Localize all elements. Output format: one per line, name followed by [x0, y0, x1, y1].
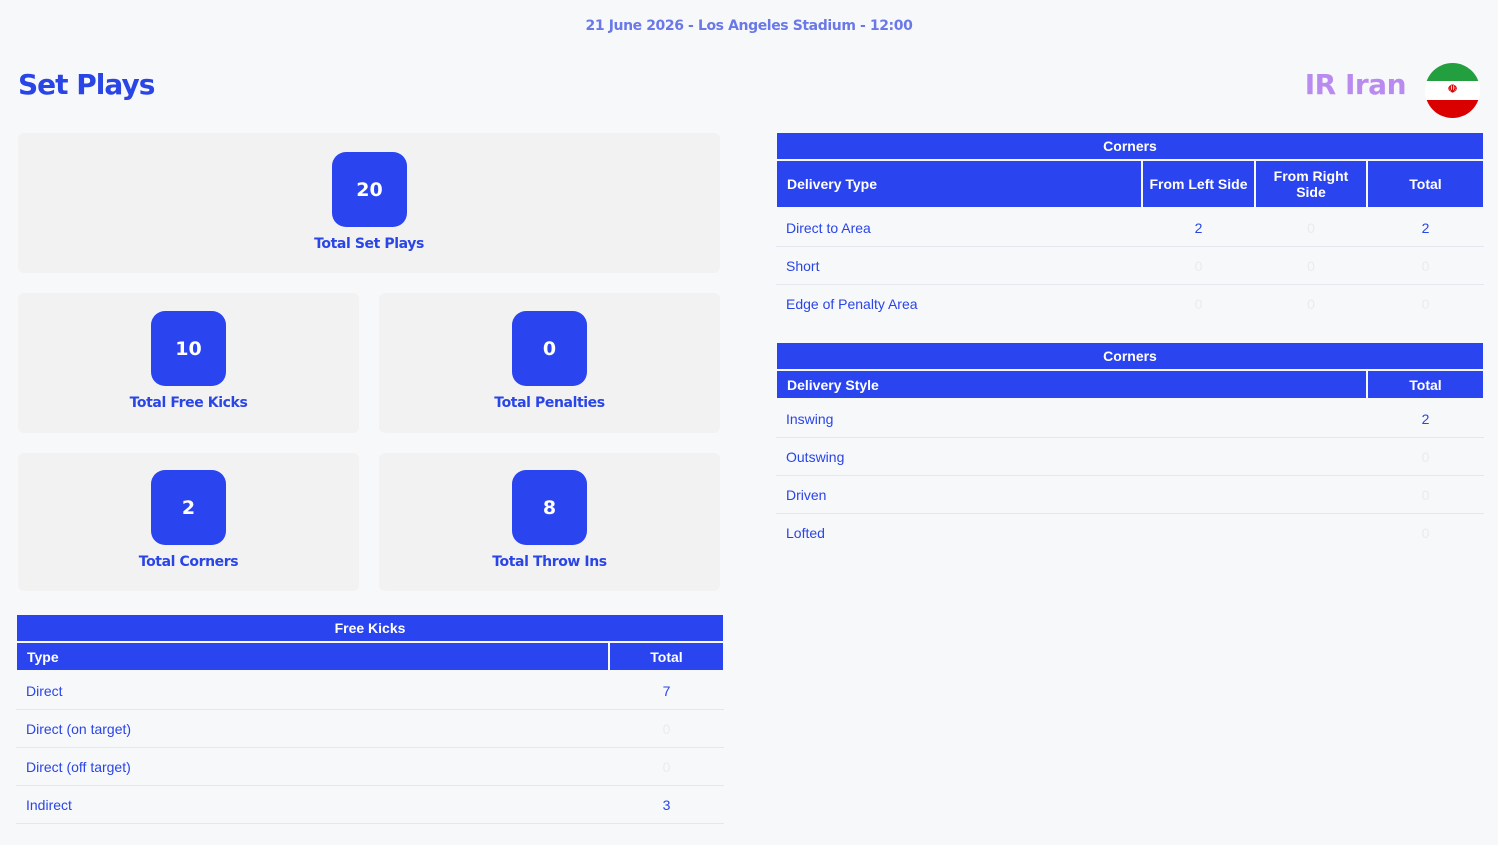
row-total: 0 [1421, 295, 1430, 312]
row-total: 7 [609, 671, 725, 710]
total-penalties-card: 0 Total Penalties [379, 293, 720, 433]
row-label: Inswing [776, 399, 1367, 438]
row-label: Lofted [786, 524, 825, 541]
row-total: 2 [1367, 208, 1484, 247]
corners-header-left: From Left Side [1141, 159, 1256, 209]
total-throw-ins-card: 8 Total Throw Ins [379, 453, 720, 591]
corners-delivery-style-table: Corners Delivery Style Total Inswing 2 O… [775, 341, 1485, 551]
total-free-kicks-card: 10 Total Free Kicks [18, 293, 359, 433]
total-set-plays-card: 20 Total Set Plays [18, 133, 720, 273]
table-row: Direct (on target) 0 [16, 709, 725, 748]
total-set-plays-label: Total Set Plays [314, 236, 424, 252]
total-free-kicks-value: 10 [151, 311, 226, 386]
row-total: 0 [609, 709, 725, 748]
total-free-kicks-label: Total Free Kicks [129, 395, 248, 411]
corners-style-caption: Corners [775, 341, 1485, 371]
table-row: Outswing 0 [776, 437, 1484, 476]
corners-style-header-total: Total [1366, 369, 1485, 400]
row-label: Direct [16, 671, 609, 710]
row-label: Outswing [776, 437, 1367, 476]
table-row: Inswing 2 [776, 399, 1484, 438]
total-set-plays-value: 20 [332, 152, 407, 227]
free-kicks-header-total: Total [607, 641, 726, 672]
row-right: 0 [1255, 208, 1367, 247]
corners-delivery-type-table: Corners Delivery Type From Left Side Fro… [775, 131, 1485, 322]
row-total: 0 [1367, 437, 1484, 476]
corners-header-right: From Right Side [1254, 159, 1368, 209]
table-row: Short 0 0 0 [776, 246, 1484, 285]
row-left: 0 [1194, 295, 1203, 312]
table-row: Driven 0 [776, 475, 1484, 514]
iran-flag-icon: ☫ [1425, 63, 1480, 118]
total-throw-ins-value: 8 [512, 470, 587, 545]
total-corners-label: Total Corners [138, 554, 239, 570]
team-name: IR Iran [1304, 68, 1407, 101]
row-label: Driven [776, 475, 1367, 514]
corners-header-total: Total [1366, 159, 1485, 209]
table-row: Direct 7 [16, 671, 725, 710]
table-row: Indirect 3 [16, 785, 725, 824]
row-label: Direct (on target) [16, 709, 609, 748]
row-label: Direct (off target) [16, 747, 609, 786]
free-kicks-table: Free Kicks Type Total Direct 7 Direct (o… [14, 613, 726, 824]
row-total: 0 [609, 747, 725, 786]
row-total: 0 [1367, 475, 1484, 514]
free-kicks-header-type: Type [15, 641, 610, 672]
table-row: Direct (off target) 0 [16, 747, 725, 786]
table-row: Lofted 0 [776, 514, 1484, 552]
total-corners-value: 2 [151, 470, 226, 545]
total-penalties-label: Total Penalties [494, 395, 605, 411]
total-corners-card: 2 Total Corners [18, 453, 359, 591]
match-info: 21 June 2026 - Los Angeles Stadium - 12:… [585, 18, 913, 34]
table-row: Edge of Penalty Area 0 0 0 [776, 285, 1484, 323]
corners-header-delivery-type: Delivery Type [775, 159, 1143, 209]
row-total: 0 [1367, 246, 1484, 285]
row-total: 2 [1367, 399, 1484, 438]
row-left: 2 [1142, 208, 1255, 247]
corners-type-caption: Corners [775, 131, 1485, 161]
free-kicks-caption: Free Kicks [14, 613, 726, 643]
row-right: 0 [1307, 295, 1315, 312]
row-label: Edge of Penalty Area [786, 295, 918, 312]
page-title: Set Plays [18, 68, 155, 101]
row-right: 0 [1255, 246, 1367, 285]
corners-header-delivery-style: Delivery Style [775, 369, 1368, 400]
row-total: 3 [609, 785, 725, 824]
row-label: Short [776, 246, 1142, 285]
table-row: Direct to Area 2 0 2 [776, 208, 1484, 247]
total-throw-ins-label: Total Throw Ins [492, 554, 607, 570]
row-label: Indirect [16, 785, 609, 824]
row-total: 0 [1421, 524, 1430, 541]
row-left: 0 [1142, 246, 1255, 285]
total-penalties-value: 0 [512, 311, 587, 386]
row-label: Direct to Area [776, 208, 1142, 247]
